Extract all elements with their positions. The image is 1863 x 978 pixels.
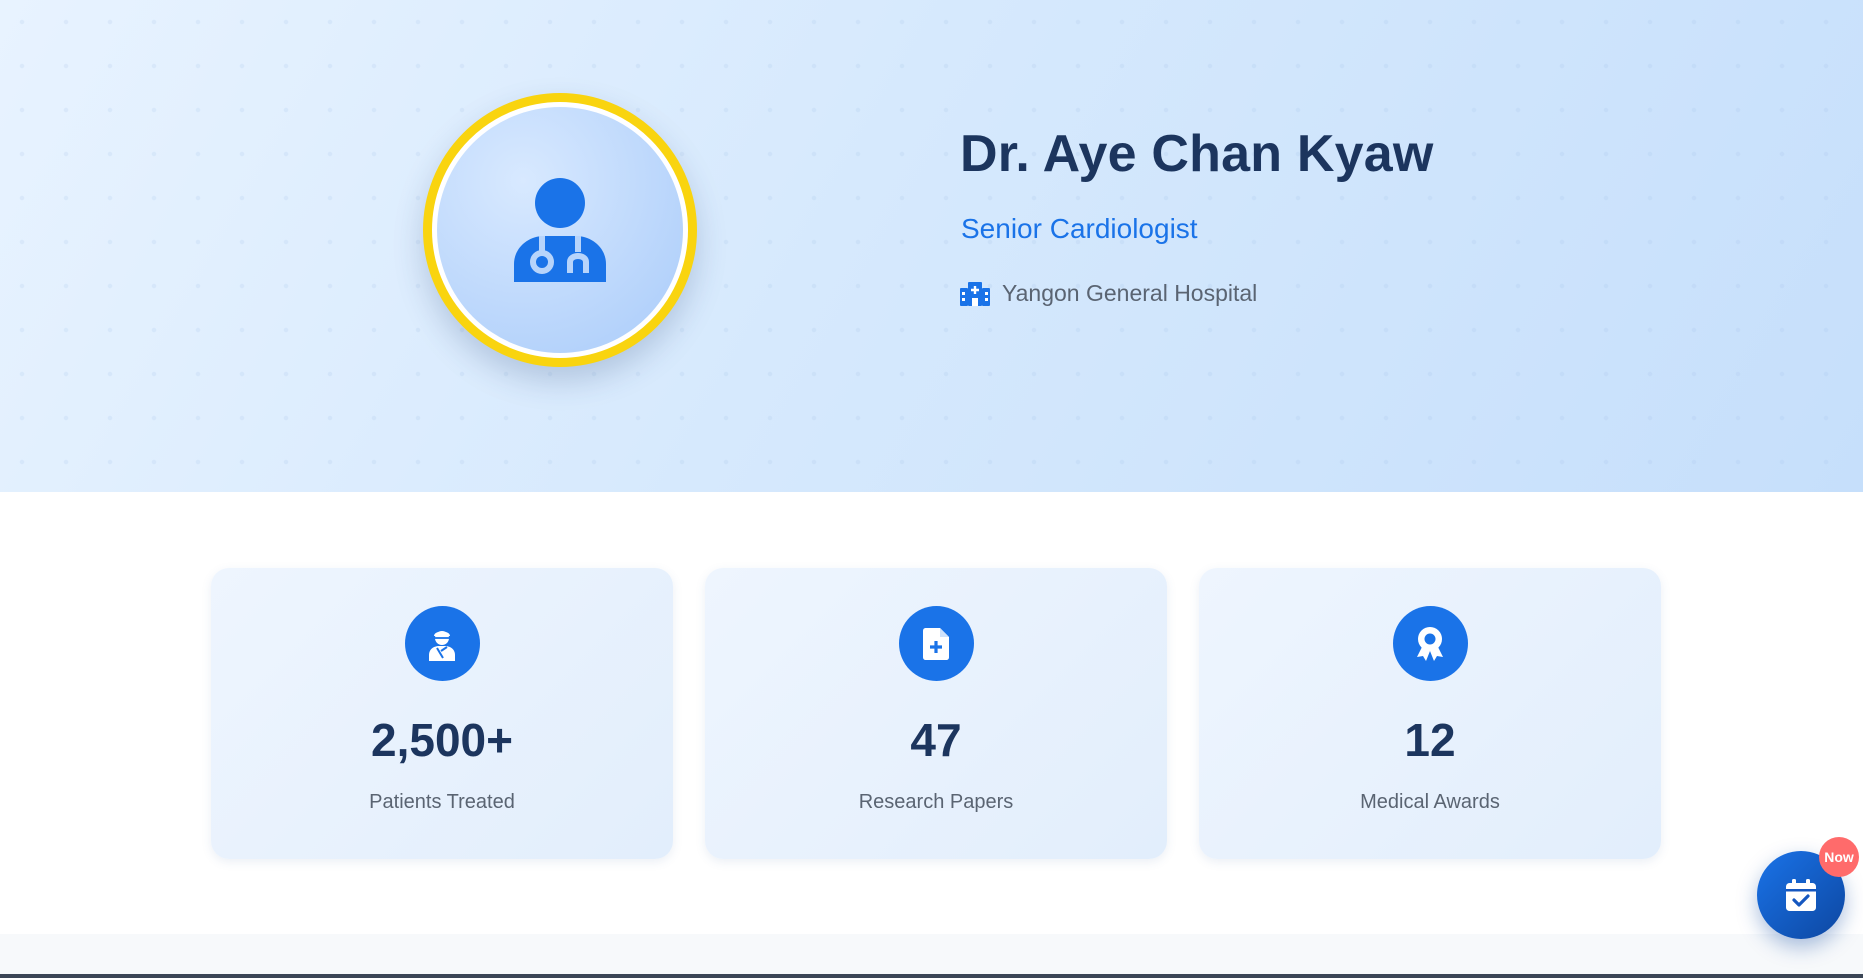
doctor-name: Dr. Aye Chan Kyaw: [960, 125, 1434, 183]
stat-value: 47: [910, 714, 962, 766]
stat-value: 12: [1404, 714, 1456, 766]
stat-label: Patients Treated: [369, 791, 515, 813]
profile-hero: Dr. Aye Chan Kyaw Senior Cardiologist Ya…: [0, 0, 1863, 492]
section-divider: [0, 974, 1863, 978]
next-section-edge: [0, 934, 1863, 974]
now-badge: Now: [1819, 837, 1859, 877]
stat-label: Research Papers: [858, 791, 1014, 813]
doctor-title: Senior Cardiologist: [961, 213, 1198, 244]
hospital-name: Yangon General Hospital: [1002, 280, 1258, 306]
avatar: [423, 93, 697, 367]
avatar-inner: [437, 107, 683, 353]
stat-card-patients: 2,500+ Patients Treated: [211, 568, 673, 859]
calendar-check-icon: [1786, 879, 1816, 911]
stat-value: 2,500+: [371, 714, 513, 766]
hospital-icon: [960, 281, 990, 306]
medical-file-icon: [898, 606, 974, 681]
doctor-icon: [514, 178, 606, 282]
stat-card-research: 47 Research Papers: [705, 568, 1167, 859]
stats-section: 2,500+ Patients Treated 47 Research Pape…: [0, 492, 1863, 934]
hospital-info: Yangon General Hospital: [960, 280, 1257, 307]
patient-icon: [404, 606, 480, 681]
award-icon: [1392, 606, 1468, 681]
stat-label: Medical Awards: [1360, 791, 1500, 813]
hero-background-pattern: [0, 0, 1863, 492]
stat-card-awards: 12 Medical Awards: [1199, 568, 1661, 859]
